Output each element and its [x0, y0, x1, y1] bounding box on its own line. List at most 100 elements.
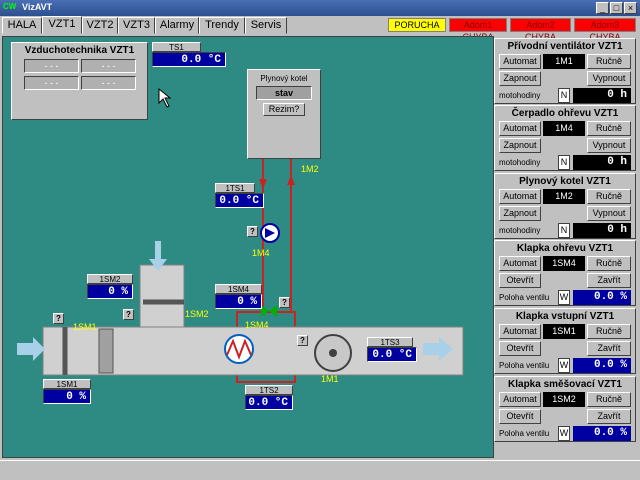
start-button[interactable]: Zapnout	[499, 71, 541, 86]
start-button[interactable]: Zapnout	[499, 138, 541, 153]
label-1m1: 1M1	[321, 374, 339, 384]
write-position-button[interactable]: W	[558, 358, 570, 373]
help-button[interactable]: ?	[297, 335, 308, 346]
label-1m4: 1M4	[252, 248, 270, 258]
control-panel: Klapka ohřevu VZT1 Automat 1SM4 Ručně Otevří…	[494, 240, 636, 306]
close-valve-button[interactable]: Zavřít	[587, 409, 631, 424]
help-button[interactable]: ?	[123, 309, 134, 320]
flow-down-arrow	[259, 179, 267, 189]
sensor-1sm2-value: 0 %	[87, 284, 133, 299]
auto-button[interactable]: Automat	[499, 54, 541, 69]
app-logo: CW	[3, 2, 17, 11]
info-cell: - - -	[24, 76, 79, 90]
title-bar: CW VizAVT _ □ ×	[0, 0, 640, 16]
auto-button[interactable]: Automat	[499, 256, 541, 271]
flow-up-arrow	[287, 175, 295, 185]
label-1sm4: 1SM4	[245, 320, 269, 330]
alarm-adom3: Adom3 CHYBA	[574, 18, 636, 42]
auto-button[interactable]: Automat	[499, 189, 541, 204]
hours-value: 0 h	[573, 223, 631, 238]
close-valve-button[interactable]: Zavřít	[587, 273, 631, 288]
panel-title: Klapka ohřevu VZT1	[516, 243, 614, 254]
boiler-mode-button[interactable]: Rezim?	[263, 103, 305, 116]
position-value: 0.0 %	[573, 426, 631, 441]
stop-button[interactable]: Vypnout	[587, 71, 631, 86]
manual-button[interactable]: Ručně	[587, 256, 631, 271]
alarm-porucha: PORUCHA	[388, 18, 446, 32]
sensor-1ts3-value: 0.0 °C	[367, 347, 417, 362]
help-button[interactable]: ?	[53, 313, 64, 324]
stop-button[interactable]: Vypnout	[587, 138, 631, 153]
control-panel: Klapka směšovací VZT1 Automat 1SM2 Ručně Ote…	[494, 376, 636, 442]
device-id: 1SM1	[543, 324, 585, 339]
device-id: 1M4	[543, 121, 585, 136]
info-cell: - - -	[24, 59, 79, 73]
auto-button[interactable]: Automat	[499, 324, 541, 339]
position-value: 0.0 %	[573, 358, 631, 373]
minimize-button[interactable]: _	[596, 2, 609, 14]
control-panel: Čerpadlo ohřevu VZT1 Automat 1M4 Ručně Zapno…	[494, 105, 636, 171]
hours-value: 0 h	[573, 155, 631, 170]
close-button[interactable]: ×	[624, 2, 637, 14]
alarm-adom1: Adom1 CHYBA	[449, 18, 507, 42]
panel-title: Klapka směšovací VZT1	[508, 379, 622, 390]
fan-hub	[329, 349, 337, 357]
position-label: Poloha ventilu	[499, 361, 550, 370]
help-button[interactable]: ?	[279, 297, 290, 308]
maximize-button[interactable]: □	[610, 2, 623, 14]
info-cell: - - -	[81, 76, 136, 90]
boiler-state: stav	[256, 86, 312, 100]
write-position-button[interactable]: W	[558, 290, 570, 305]
reset-hours-button[interactable]: N	[558, 223, 570, 238]
manual-button[interactable]: Ručně	[587, 121, 631, 136]
stop-button[interactable]: Vypnout	[587, 206, 631, 221]
hours-value: 0 h	[573, 88, 631, 103]
manual-button[interactable]: Ručně	[587, 324, 631, 339]
help-button[interactable]: ?	[247, 226, 258, 237]
ts1-value: 0.0 °C	[152, 52, 226, 67]
device-id: 1SM2	[543, 392, 585, 407]
hours-label: motohodiny	[499, 91, 541, 100]
write-position-button[interactable]: W	[558, 426, 570, 441]
window-title: VizAVT	[22, 2, 53, 12]
close-valve-button[interactable]: Zavřít	[587, 341, 631, 356]
info-cell: - - -	[81, 59, 136, 73]
tab-servis[interactable]: Servis	[245, 17, 287, 34]
open-button[interactable]: Otevřít	[499, 273, 541, 288]
hours-label: motohodiny	[499, 158, 541, 167]
tab-vzt3[interactable]: VZT3	[118, 17, 155, 34]
tab-alarmy[interactable]: Alarmy	[155, 17, 199, 34]
open-button[interactable]: Otevřít	[499, 341, 541, 356]
panel-title: Klapka vstupní VZT1	[515, 311, 615, 322]
start-button[interactable]: Zapnout	[499, 206, 541, 221]
position-label: Poloha ventilu	[499, 429, 550, 438]
sensor-1ts2-label: 1TS2	[245, 385, 293, 395]
manual-button[interactable]: Ručně	[587, 392, 631, 407]
tab-vzt1[interactable]: VZT1	[42, 16, 82, 34]
filter-icon	[98, 328, 114, 374]
tab-trendy[interactable]: Trendy	[199, 17, 245, 34]
reset-hours-button[interactable]: N	[558, 155, 570, 170]
sensor-1ts1-label: 1TS1	[215, 183, 255, 193]
boiler-box[interactable]: Plynový kotel stav Rezim?	[247, 69, 321, 159]
reset-hours-button[interactable]: N	[558, 88, 570, 103]
ts1-label: TS1	[152, 42, 201, 52]
manual-button[interactable]: Ručně	[587, 189, 631, 204]
open-button[interactable]: Otevřít	[499, 409, 541, 424]
control-panel: Plynový kotel VZT1 Automat 1M2 Ručně Zapnout…	[494, 173, 636, 239]
label-1sm1: 1SM1	[73, 322, 97, 332]
auto-button[interactable]: Automat	[499, 121, 541, 136]
alarm-adom2: Adom2 CHYBA	[510, 18, 571, 42]
tab-hala[interactable]: HALA	[2, 17, 42, 34]
manual-button[interactable]: Ručně	[587, 54, 631, 69]
status-bar	[0, 460, 640, 480]
sensor-1sm4-value: 0 %	[215, 294, 262, 309]
label-1m2: 1M2	[301, 164, 319, 174]
sensor-1sm2-label: 1SM2	[87, 274, 133, 284]
valve-icon	[261, 305, 269, 317]
control-panel: Klapka vstupní VZT1 Automat 1SM1 Ručně Otevř…	[494, 308, 636, 374]
sensor-1sm1-label: 1SM1	[43, 379, 91, 389]
auto-button[interactable]: Automat	[499, 392, 541, 407]
mixing-duct	[139, 264, 185, 328]
tab-vzt2[interactable]: VZT2	[82, 17, 118, 34]
